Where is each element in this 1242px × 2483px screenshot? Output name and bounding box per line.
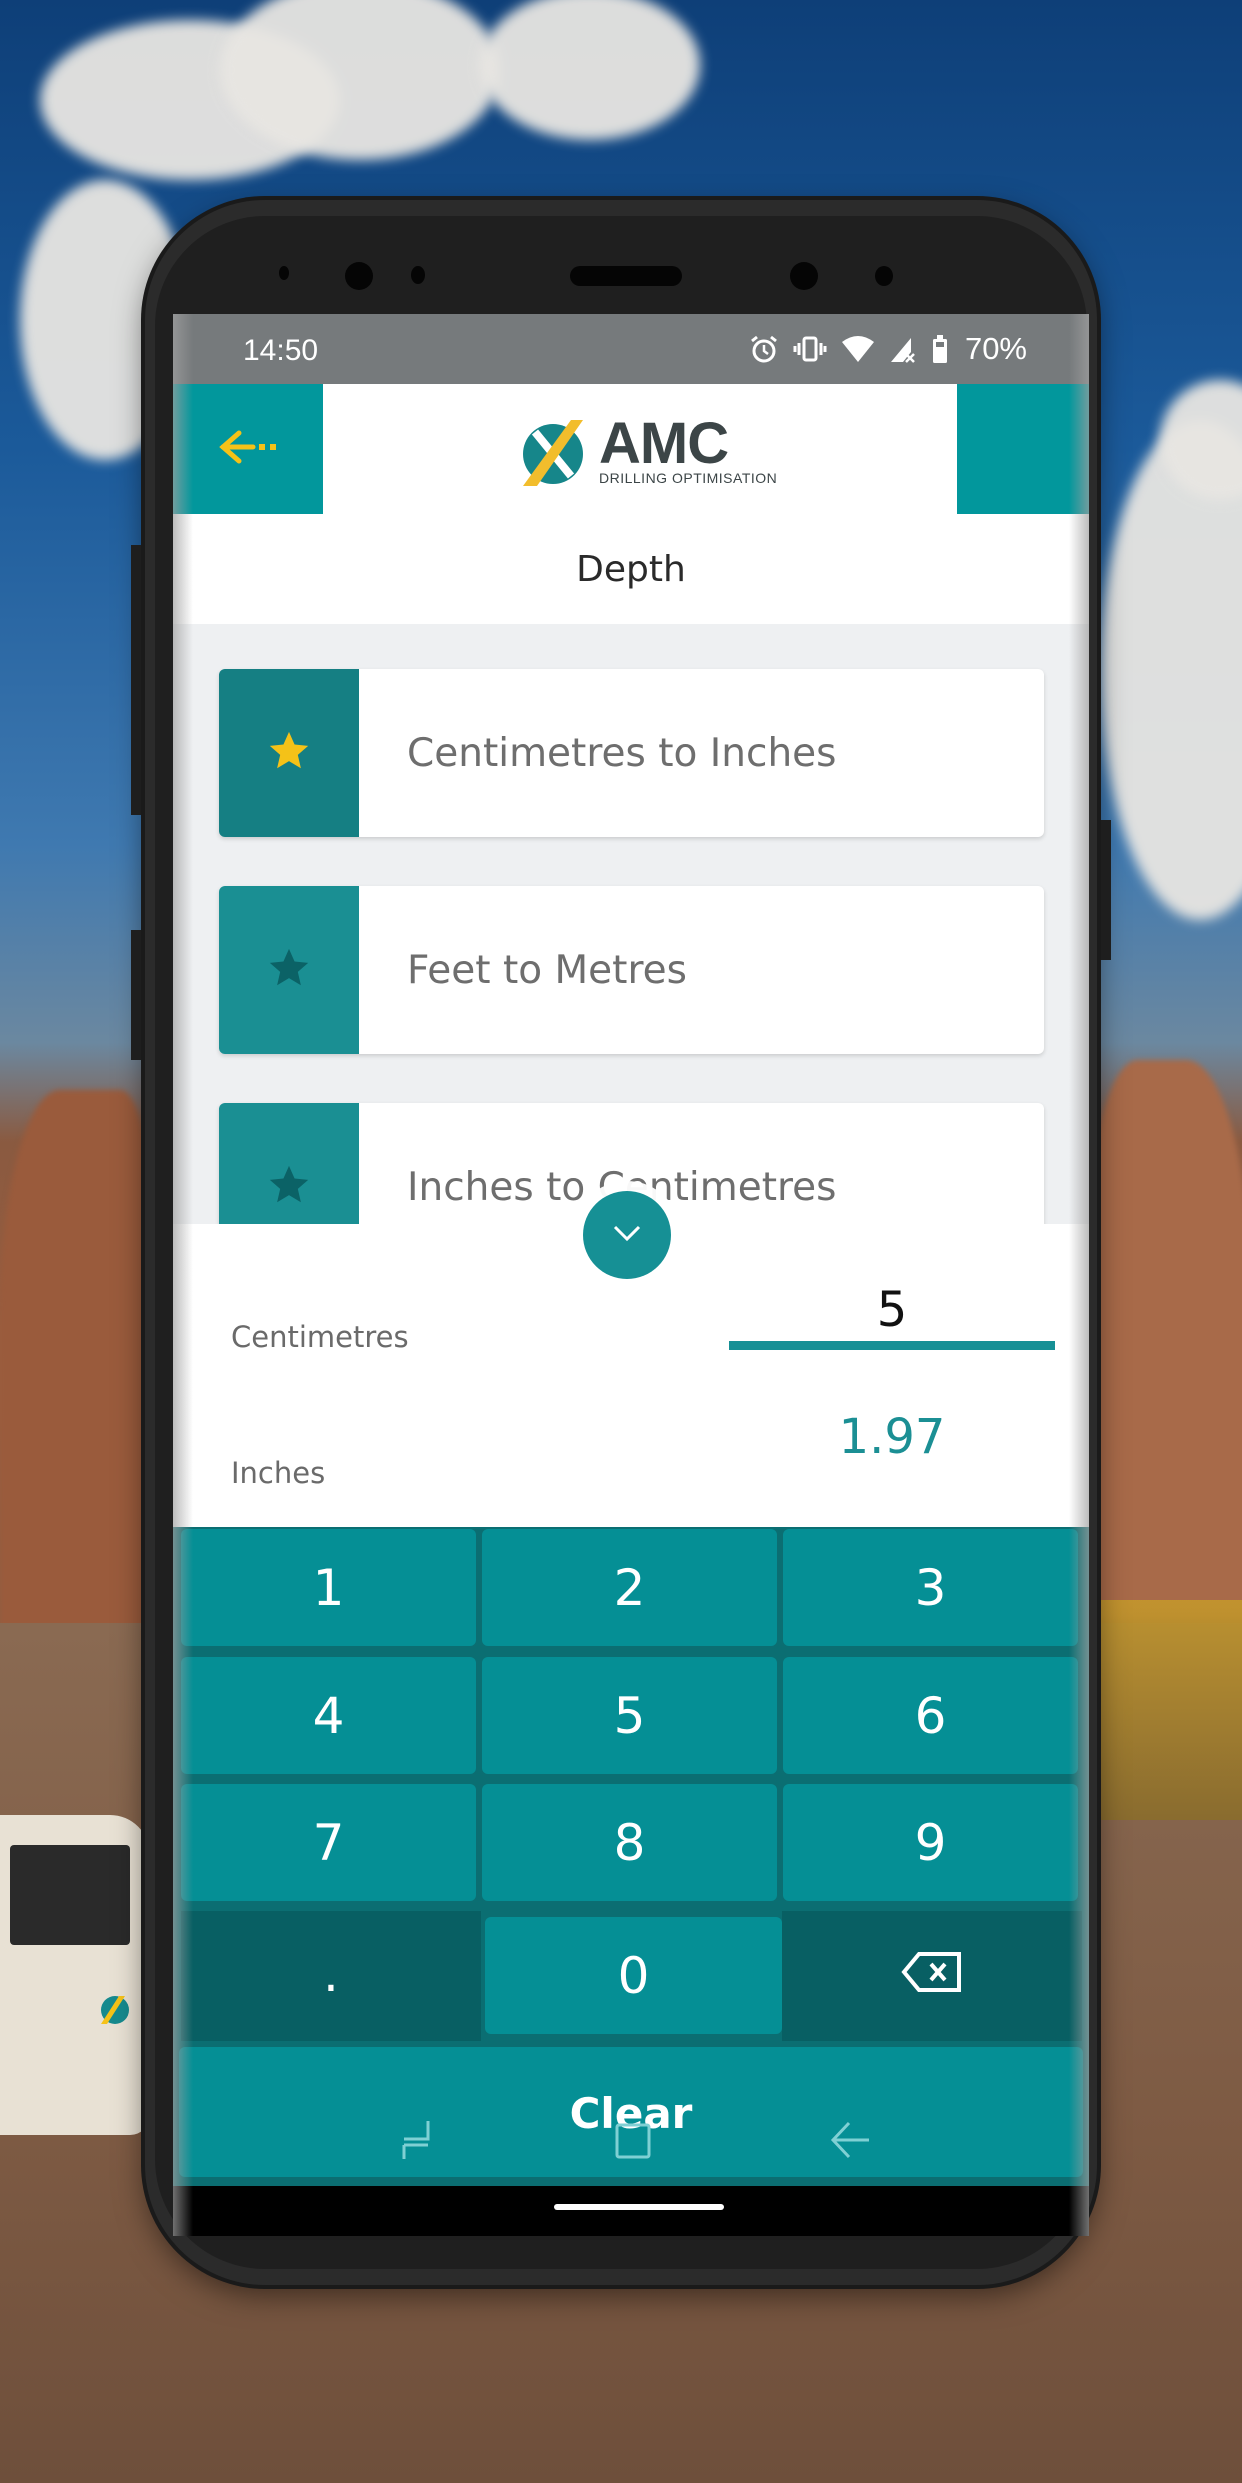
truck-image <box>0 1815 150 2135</box>
status-bar: 14:50 70% <box>173 314 1089 384</box>
conversion-label: Centimetres to Inches <box>407 730 837 776</box>
gesture-bar-area <box>173 2186 1089 2236</box>
key-8[interactable]: 8 <box>482 1784 777 1901</box>
key-decimal[interactable]: . <box>181 1911 481 2041</box>
key-5[interactable]: 5 <box>482 1657 777 1774</box>
amc-logo: AMC DRILLING OPTIMISATION <box>513 414 777 490</box>
conversion-item[interactable]: Feet to Metres <box>219 886 1044 1054</box>
battery-icon <box>931 334 949 364</box>
key-9[interactable]: 9 <box>783 1784 1078 1901</box>
logo-name: AMC <box>599 411 729 476</box>
to-unit-label: Inches <box>231 1456 326 1490</box>
chevron-down-icon <box>612 1224 642 1247</box>
to-value-output: 1.97 <box>838 1409 946 1465</box>
app-screen: 14:50 70% AMC DRILLING OPTIMISATION Dept… <box>173 314 1089 2236</box>
conversion-item[interactable]: Centimetres to Inches <box>219 669 1044 837</box>
key-7[interactable]: 7 <box>181 1784 476 1901</box>
favorite-toggle[interactable] <box>219 669 359 837</box>
star-icon-filled <box>266 728 312 779</box>
home-indicator[interactable] <box>554 2204 724 2210</box>
battery-percent: 70% <box>964 331 1027 366</box>
home-icon[interactable] <box>613 2119 653 2166</box>
star-icon <box>266 1162 312 1213</box>
backspace-button[interactable] <box>782 1911 1082 2041</box>
key-6[interactable]: 6 <box>783 1657 1078 1774</box>
page-title: Depth <box>576 548 686 590</box>
alarm-icon <box>749 334 779 364</box>
wifi-icon <box>841 334 875 364</box>
back-icon[interactable] <box>829 2119 873 2166</box>
favorite-toggle[interactable] <box>219 886 359 1054</box>
collapse-button[interactable] <box>583 1191 671 1279</box>
star-icon <box>266 945 312 996</box>
key-1[interactable]: 1 <box>181 1529 476 1646</box>
earpiece-speaker <box>570 266 682 286</box>
from-value-input[interactable] <box>729 1279 1055 1350</box>
header-right-block <box>957 384 1089 514</box>
key-0[interactable]: 0 <box>485 1917 782 2034</box>
phone-frame: 14:50 70% AMC DRILLING OPTIMISATION Dept… <box>131 200 1111 2285</box>
conversion-label: Feet to Metres <box>407 947 687 993</box>
no-signal-icon <box>889 334 917 364</box>
dashed-back-arrow-icon <box>217 427 279 472</box>
status-time: 14:50 <box>243 334 319 367</box>
back-button[interactable] <box>173 384 323 514</box>
key-4[interactable]: 4 <box>181 1657 476 1774</box>
vibrate-icon <box>793 334 827 364</box>
conversion-list: Centimetres to Inches Feet to Metres Inc… <box>173 624 1089 1271</box>
backspace-icon <box>901 1947 963 2005</box>
key-3[interactable]: 3 <box>783 1529 1078 1646</box>
amc-logo-mark <box>523 420 583 486</box>
key-2[interactable]: 2 <box>482 1529 777 1646</box>
app-header: AMC DRILLING OPTIMISATION <box>173 384 1089 514</box>
recents-icon[interactable] <box>398 2119 434 2166</box>
logo-tagline: DRILLING OPTIMISATION <box>599 470 778 486</box>
from-unit-label: Centimetres <box>231 1320 409 1354</box>
